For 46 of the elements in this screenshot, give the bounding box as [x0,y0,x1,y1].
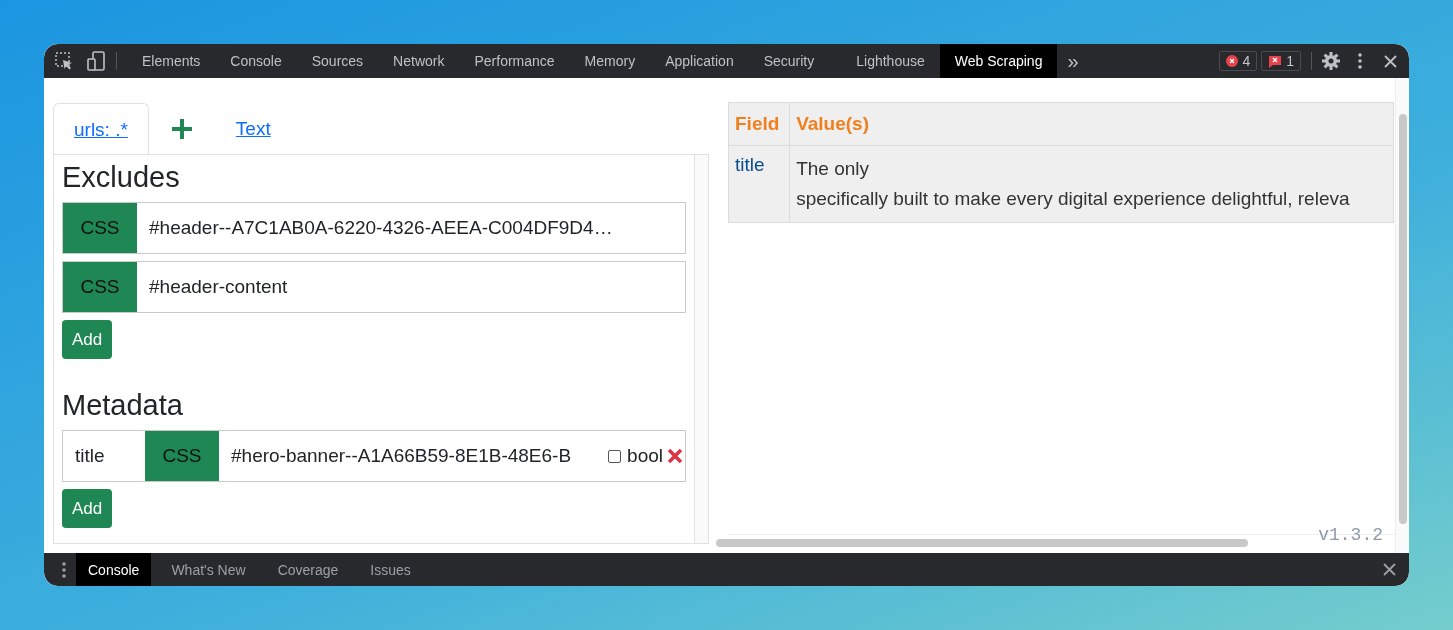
value-text: specifically built to make every digital experience delightful, releva [796,187,1351,211]
issues-badge[interactable]: 1 [1261,51,1301,71]
field-cell: title [728,145,790,223]
panel-tab[interactable]: Security [748,44,830,78]
device-toolbar-icon[interactable] [86,51,106,71]
close-icon [1384,54,1397,68]
editor-tab[interactable]: Text [214,103,292,154]
plus-icon [171,119,192,139]
drawer-tab[interactable]: Console [76,553,152,586]
section-heading: Excludes [62,161,181,194]
editor-tab[interactable]: urls: .* [53,103,149,155]
drawer-tab[interactable]: Coverage [265,553,351,586]
section-heading: Metadata [62,389,184,422]
errors-badge[interactable]: 4 [1219,51,1258,71]
add-button[interactable]: Add [62,320,113,359]
close-icon [1383,563,1396,576]
inspect-icon[interactable] [54,51,74,71]
kebab-menu-icon [1358,53,1362,69]
close-drawer-button[interactable] [1383,563,1396,576]
issue-flag-icon [1268,54,1283,68]
close-button[interactable] [1384,54,1397,68]
panel-tab[interactable]: Web Scraping [939,44,1058,78]
panel-tab[interactable]: Console [215,44,297,78]
drawer-tab[interactable]: What's New [159,553,258,586]
version-label: v1.3.2 [1318,525,1383,545]
more-options-button[interactable] [1358,53,1362,69]
horizontal-scrollbar[interactable] [716,539,1248,547]
panel-tab[interactable]: Memory [569,44,651,78]
more-tabs-button[interactable]: » [1067,49,1079,73]
error-icon [1226,55,1239,67]
drawer-tab[interactable]: Issues [358,553,423,586]
add-button[interactable]: Add [62,489,113,528]
vertical-scrollbar[interactable] [1398,114,1407,524]
kebab-menu-icon [62,561,66,578]
drawer-menu-button[interactable] [62,561,66,578]
column-header: Value(s) [789,102,1394,146]
column-header: Field [728,102,790,146]
panel-tab[interactable]: Sources [296,44,379,78]
settings-button[interactable] [1322,52,1340,70]
panel-tab[interactable]: Application [650,44,749,78]
settings-icon [1322,52,1340,70]
panel-tab[interactable]: Elements [127,44,216,78]
value-text: The only [796,157,870,181]
panel-tab[interactable]: Performance [459,44,570,78]
panel-tab[interactable]: Lighthouse [841,44,940,78]
panel-tab[interactable]: Network [378,44,460,78]
